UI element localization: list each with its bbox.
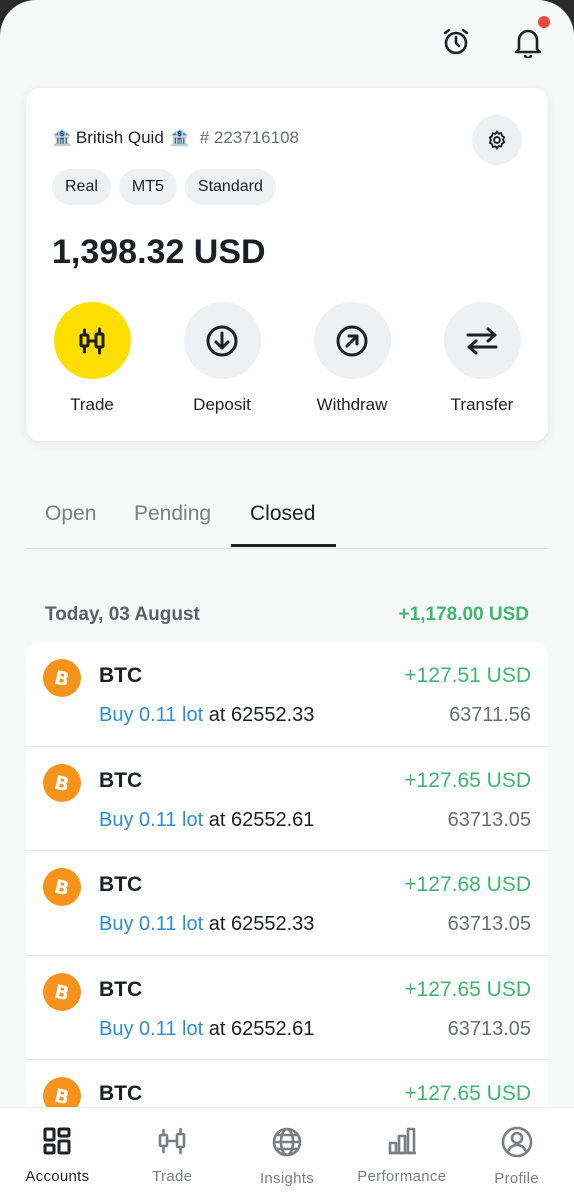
trade-symbol: BTC: [99, 664, 143, 687]
trade-label: Trade: [70, 395, 114, 414]
trade-pnl: +127.65 USD: [404, 768, 531, 792]
nav-profile[interactable]: Profile: [459, 1108, 574, 1199]
candlestick-icon: [53, 302, 131, 379]
account-balance: 1,398.32 USD: [52, 233, 266, 271]
trade-open-price: 62552.33: [230, 704, 315, 726]
position-tabs: Open Pending Closed: [26, 497, 548, 549]
svg-text:B: B: [52, 772, 71, 794]
nav-insights[interactable]: Insights: [230, 1108, 345, 1199]
chip-account-type: Real: [52, 169, 111, 205]
account-name: British Quid: [75, 128, 164, 147]
trade-side-lot: Buy 0.11 lot: [99, 704, 204, 726]
bitcoin-icon: B: [43, 972, 81, 1011]
trade-symbol: BTC: [99, 768, 143, 792]
closed-trades-list: B BTC +127.51 USD Buy 0.11 lot at 62552.…: [26, 642, 548, 1165]
account-actions: Trade Deposit Withdraw Transfer: [26, 302, 548, 415]
trade-at: at: [208, 808, 226, 831]
trade-symbol: BTC: [99, 873, 143, 896]
nav-trade-label: Trade: [152, 1168, 193, 1185]
notification-dot: [538, 16, 550, 28]
svg-text:B: B: [52, 981, 71, 1003]
nav-performance[interactable]: Performance: [344, 1108, 459, 1199]
day-group-header: Today, 03 August +1,178.00 USD: [45, 604, 529, 626]
trade-open-price: 62552.33: [230, 913, 315, 935]
bottom-navigation: Accounts Trade Insights Performance Prof…: [0, 1107, 574, 1199]
deposit-button[interactable]: Deposit: [170, 302, 274, 415]
bitcoin-icon: B: [43, 868, 81, 906]
trade-at: at: [208, 704, 226, 726]
trade-pnl: +127.68 USD: [404, 873, 531, 896]
deposit-label: Deposit: [193, 395, 251, 414]
grid-icon: [43, 1127, 71, 1155]
trade-at: at: [208, 913, 226, 935]
trade-row[interactable]: B BTC +127.65 USD Buy 0.11 lot at 62552.…: [26, 747, 548, 851]
trade-at: at: [208, 1017, 226, 1040]
trade-close-price: 63713.05: [447, 1017, 531, 1040]
trade-close-price: 63713.05: [447, 808, 531, 831]
day-total-pnl: +1,178.00 USD: [398, 604, 529, 625]
account-card: 🏦 British Quid 🏦 # 223716108 Real MT5 St…: [26, 88, 548, 441]
bitcoin-icon: B: [43, 763, 81, 802]
trade-row[interactable]: B BTC +127.68 USD Buy 0.11 lot at 62552.…: [26, 851, 548, 956]
user-circle-icon: [501, 1126, 532, 1158]
nav-performance-label: Performance: [357, 1168, 447, 1185]
gear-icon[interactable]: [472, 115, 522, 165]
trade-side-lot: Buy 0.11 lot: [99, 808, 204, 831]
trade-row[interactable]: B BTC +127.65 USD Buy 0.11 lot at 62552.…: [26, 956, 548, 1060]
trade-row[interactable]: B BTC +127.51 USD Buy 0.11 lot at 62552.…: [26, 642, 548, 747]
trade-pnl: +127.65 USD: [404, 1082, 531, 1105]
nav-trade[interactable]: Trade: [115, 1108, 230, 1199]
trade-detail: Buy 0.11 lot at 62552.33: [99, 704, 314, 727]
swap-arrows-icon: [443, 302, 521, 379]
trade-symbol: BTC: [99, 1082, 143, 1105]
arrow-down-circle-icon: [183, 302, 261, 379]
trade-detail: Buy 0.11 lot at 62552.61: [99, 809, 314, 832]
trade-open-price: 62552.61: [230, 1017, 315, 1040]
nav-accounts[interactable]: Accounts: [0, 1108, 115, 1199]
top-icons: [434, 16, 550, 64]
tab-pending[interactable]: Pending: [134, 502, 211, 526]
trade-close-price: 63713.05: [447, 913, 531, 935]
trade-pnl: +127.65 USD: [404, 977, 531, 1001]
chip-account-class: Standard: [184, 169, 276, 205]
withdraw-button[interactable]: Withdraw: [300, 302, 404, 415]
trade-close-price: 63711.56: [449, 704, 531, 726]
trade-side-lot: Buy 0.11 lot: [99, 913, 204, 935]
alarm-clock-icon[interactable]: [434, 20, 478, 64]
bank-icon: 🏦: [52, 130, 72, 147]
app-screen: 🏦 British Quid 🏦 # 223716108 Real MT5 St…: [0, 0, 574, 1199]
chip-platform: MT5: [118, 169, 177, 205]
bar-chart-icon: [388, 1127, 416, 1155]
account-number: # 223716108: [199, 128, 299, 147]
trade-open-price: 62552.61: [230, 808, 315, 831]
bitcoin-icon: B: [43, 659, 81, 697]
svg-text:B: B: [52, 876, 71, 898]
tab-open[interactable]: Open: [45, 502, 96, 526]
tab-closed[interactable]: Closed: [250, 502, 315, 526]
day-title: Today, 03 August: [45, 604, 200, 625]
trade-symbol: BTC: [99, 977, 143, 1001]
account-tags: Real MT5 Standard: [52, 169, 276, 205]
trade-side-lot: Buy 0.11 lot: [99, 1017, 204, 1040]
svg-text:B: B: [52, 1085, 71, 1107]
active-tab-indicator: [231, 544, 336, 547]
bell-icon[interactable]: [506, 16, 550, 64]
transfer-label: Transfer: [450, 395, 514, 414]
trade-detail: Buy 0.11 lot at 62552.33: [99, 913, 314, 936]
svg-text:B: B: [52, 667, 71, 689]
withdraw-label: Withdraw: [316, 395, 388, 414]
bank-icon: 🏦: [169, 130, 190, 147]
candlestick-icon: [158, 1127, 186, 1155]
nav-profile-label: Profile: [494, 1170, 539, 1187]
trade-pnl: +127.51 USD: [404, 664, 531, 687]
transfer-button[interactable]: Transfer: [430, 302, 534, 415]
trade-button[interactable]: Trade: [40, 302, 144, 415]
arrow-up-right-circle-icon: [313, 302, 391, 379]
nav-insights-label: Insights: [259, 1170, 315, 1187]
trade-detail: Buy 0.11 lot at 62552.61: [99, 1018, 314, 1041]
globe-icon: [272, 1127, 302, 1157]
nav-accounts-label: Accounts: [25, 1168, 90, 1185]
account-header: 🏦 British Quid 🏦 # 223716108: [52, 128, 299, 148]
